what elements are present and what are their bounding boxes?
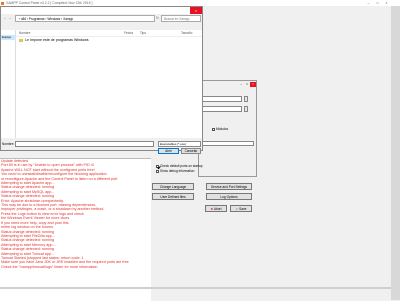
dialog-titlebar: × — [1, 7, 202, 14]
refresh-icon[interactable]: ↻ — [156, 15, 159, 22]
config-editor-field[interactable] — [202, 96, 242, 102]
abort-label: Abort — [213, 207, 222, 211]
dialog-toolbar — [1, 23, 202, 29]
horizontal-scrollbar[interactable] — [0, 287, 391, 289]
config-browser-field[interactable] — [202, 106, 242, 112]
xampp-logo-icon — [1, 1, 4, 5]
filetype-select[interactable]: Executables (*.exe) — [158, 141, 201, 147]
abort-button[interactable]: ✖ Abort — [205, 205, 227, 212]
column-name[interactable]: Nombre — [19, 30, 30, 36]
check-default-ports-checkbox[interactable] — [156, 165, 159, 168]
log-panel: Update detected Port 80 is in use by "Una… — [0, 158, 151, 301]
save-label: Save — [239, 207, 247, 211]
maximize-button[interactable]: □ — [373, 0, 382, 6]
close-button[interactable]: × — [382, 0, 391, 6]
back-arrow-icon[interactable]: ← — [3, 15, 7, 22]
modules-label: Módulos — [216, 127, 229, 131]
list-item[interactable]: Le Impone este de programas Windows — [19, 38, 89, 43]
check-default-ports-label: Check default ports on startup — [160, 164, 203, 168]
service-port-settings-button[interactable]: Service and Port Settings — [206, 183, 252, 190]
save-button[interactable]: ✔ Save — [230, 205, 252, 212]
navigation-pane[interactable]: Equipo — [1, 30, 16, 138]
log-options-button[interactable]: Log Options — [206, 193, 252, 200]
filename-field[interactable] — [15, 141, 154, 147]
config-close-button[interactable]: × — [250, 82, 256, 87]
file-open-dialog: × ← → ‹ x86 › Programas › Windows › Xamp… — [0, 6, 203, 154]
column-date[interactable]: Fecha — [124, 30, 133, 36]
nav-item-selected[interactable]: Equipo — [1, 35, 16, 40]
address-bar[interactable]: ‹ x86 › Programas › Windows › Xampp — [15, 15, 155, 22]
open-button[interactable]: Abrir — [158, 148, 179, 154]
search-input[interactable]: Buscar en Xampp — [161, 15, 201, 22]
filename-label: Nombre: — [2, 142, 15, 146]
config-editor-browse-button[interactable] — [244, 96, 248, 102]
module-checkbox[interactable] — [212, 128, 215, 131]
user-defined-files-button[interactable]: User Defined files — [152, 193, 194, 200]
main-window-title: XAMPP Control Panel v3.2.2 [ Compiled: N… — [6, 1, 93, 5]
forward-arrow-icon[interactable]: → — [8, 15, 12, 22]
minimize-button[interactable]: – — [364, 0, 373, 6]
column-size[interactable]: Tamaño — [181, 30, 192, 36]
change-language-button[interactable]: Change Language — [152, 183, 194, 190]
scrollbar[interactable] — [391, 6, 400, 300]
cancel-button[interactable]: Cancelar — [181, 148, 201, 154]
folder-icon — [19, 38, 23, 42]
log-line: Check the "/xampp/tomcat/logs" folder fo… — [1, 264, 98, 269]
show-debug-label: Show debug information — [160, 169, 195, 173]
dialog-close-button[interactable]: × — [190, 7, 202, 14]
config-titlebar-controls: – □ × — [238, 81, 256, 87]
file-list: Nombre Fecha Tipo Tamaño Le Impone este … — [16, 30, 202, 138]
column-type[interactable]: Tipo — [140, 30, 146, 36]
config-browser-browse-button[interactable] — [244, 106, 248, 112]
config-panel: – □ × Módulos Check default ports on start… — [156, 80, 257, 177]
file-item-label: Le Impone este de programas Windows — [25, 38, 89, 42]
column-headers: Nombre Fecha Tipo Tamaño — [16, 30, 202, 37]
config-path-field[interactable] — [202, 141, 254, 146]
show-debug-checkbox[interactable] — [156, 170, 159, 173]
